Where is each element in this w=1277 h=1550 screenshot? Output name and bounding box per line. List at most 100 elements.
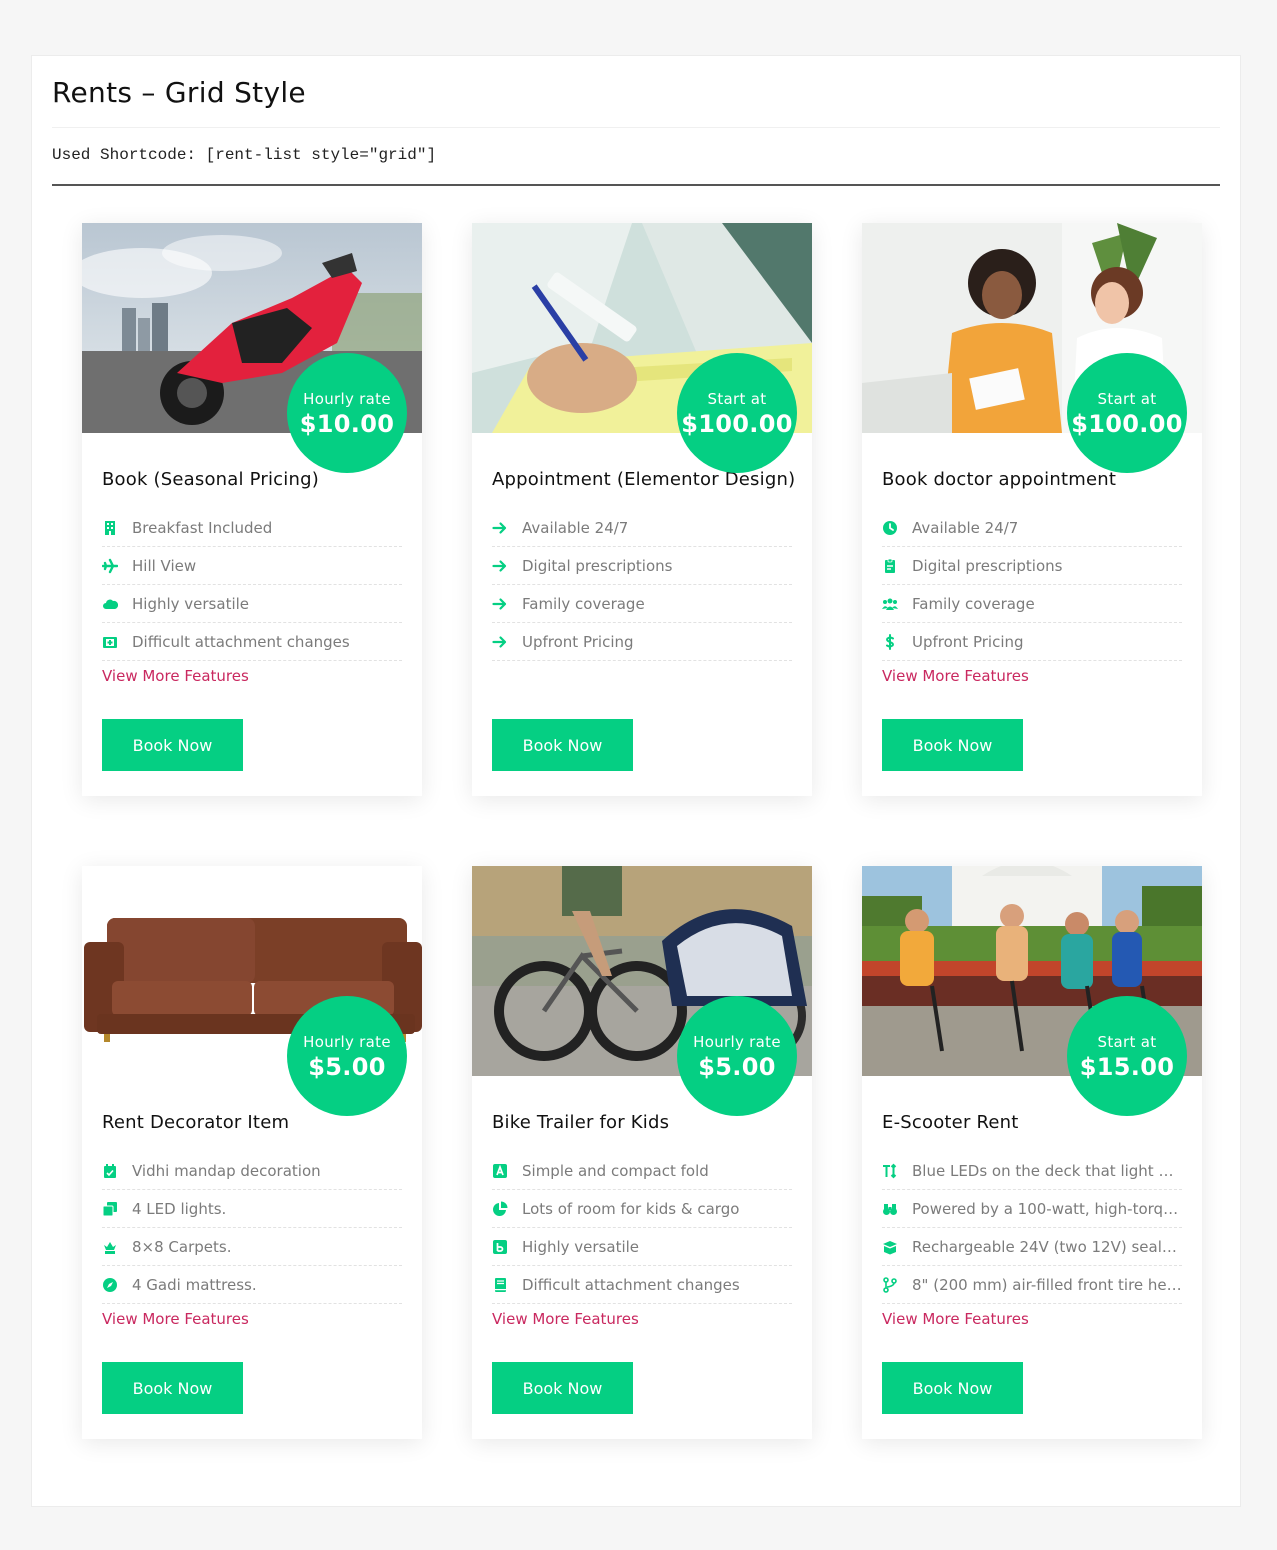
arrow-right-icon: [492, 520, 508, 536]
feature-item: Simple and compact fold: [492, 1153, 792, 1190]
feature-item: Family coverage: [492, 586, 792, 623]
view-more-features-link[interactable]: View More Features: [102, 667, 249, 685]
feature-item: Highly versatile: [492, 1229, 792, 1266]
feature-item: Difficult attachment changes: [492, 1267, 792, 1304]
feature-item: Upfront Pricing: [492, 624, 792, 661]
view-more-features-link[interactable]: View More Features: [492, 1310, 639, 1328]
rent-title[interactable]: Book doctor appointment: [882, 469, 1116, 490]
clock-icon: [882, 520, 898, 536]
price-label: Hourly rate: [303, 390, 391, 408]
calendar-check-icon: [102, 1163, 118, 1179]
rent-image-area: Hourly rate $5.00: [472, 866, 812, 1116]
price-value: $100.00: [681, 410, 793, 438]
clipboard-icon: [882, 558, 898, 574]
rent-image-area: Hourly rate $10.00: [82, 223, 422, 473]
chess-queen-icon: [102, 1239, 118, 1255]
feature-list: Blue LEDs on the deck that light up the …: [882, 1153, 1182, 1305]
feature-text: 8" (200 mm) air-filled front tire helps …: [912, 1276, 1182, 1294]
book-now-button[interactable]: Book Now: [492, 719, 633, 771]
rent-title[interactable]: Bike Trailer for Kids: [492, 1112, 669, 1133]
arrow-right-icon: [492, 634, 508, 650]
arrow-right-icon: [492, 596, 508, 612]
view-more-features-link[interactable]: View More Features: [882, 1310, 1029, 1328]
arrow-right-icon: [492, 558, 508, 574]
feature-item: Rechargeable 24V (two 12V) sealed batter…: [882, 1229, 1182, 1266]
feature-text: Difficult attachment changes: [132, 633, 350, 651]
feature-text: Digital prescriptions: [522, 557, 673, 575]
feature-text: Highly versatile: [132, 595, 250, 613]
price-value: $100.00: [1071, 410, 1183, 438]
feature-list: Available 24/7 Digital prescriptions Fam…: [882, 510, 1182, 662]
feature-item: 4 Gadi mattress.: [102, 1267, 402, 1304]
feature-text: Simple and compact fold: [522, 1162, 709, 1180]
rent-card: Start at $15.00 E-Scooter Rent Blue LEDs…: [862, 866, 1202, 1439]
feature-item: Powered by a 100-watt, high-torque motor: [882, 1191, 1182, 1228]
feature-item: 8" (200 mm) air-filled front tire helps …: [882, 1267, 1182, 1304]
price-badge: Start at $100.00: [1067, 353, 1187, 473]
rent-card: Start at $100.00 Appointment (Elementor …: [472, 223, 812, 796]
feature-text: 8×8 Carpets.: [132, 1238, 232, 1256]
price-value: $5.00: [698, 1053, 776, 1081]
letter-b-icon: [492, 1239, 508, 1255]
view-more-features-link[interactable]: View More Features: [102, 1310, 249, 1328]
feature-text: Hill View: [132, 557, 197, 575]
book-now-button[interactable]: Book Now: [882, 719, 1023, 771]
price-badge: Hourly rate $10.00: [287, 353, 407, 473]
rent-title[interactable]: Rent Decorator Item: [102, 1112, 289, 1133]
feature-text: Breakfast Included: [132, 519, 273, 537]
feature-item: Family coverage: [882, 586, 1182, 623]
feature-text: Rechargeable 24V (two 12V) sealed batter…: [912, 1238, 1182, 1256]
letter-a-icon: [492, 1163, 508, 1179]
price-badge: Start at $15.00: [1067, 996, 1187, 1116]
feature-text: Highly versatile: [522, 1238, 640, 1256]
feature-item: Digital prescriptions: [882, 548, 1182, 585]
code-branch-icon: [882, 1277, 898, 1293]
book-now-button[interactable]: Book Now: [102, 1362, 243, 1414]
building-icon: [102, 520, 118, 536]
feature-text: Family coverage: [522, 595, 645, 613]
feature-item: Available 24/7: [882, 510, 1182, 547]
price-value: $5.00: [308, 1053, 386, 1081]
feature-list: Breakfast Included Hill View Highly vers…: [102, 510, 402, 662]
rent-title[interactable]: Book (Seasonal Pricing): [102, 469, 319, 490]
feature-text: Upfront Pricing: [912, 633, 1024, 651]
view-more-features-link[interactable]: View More Features: [882, 667, 1029, 685]
feature-list: Simple and compact fold Lots of room for…: [492, 1153, 792, 1305]
rent-card: Start at $100.00 Book doctor appointment…: [862, 223, 1202, 796]
book-icon: [492, 1277, 508, 1293]
rent-card: Hourly rate $10.00 Book (Seasonal Pricin…: [82, 223, 422, 796]
price-label: Hourly rate: [693, 1033, 781, 1051]
price-value: $10.00: [299, 410, 395, 438]
price-label: Start at: [707, 390, 767, 408]
feature-item: Hill View: [102, 548, 402, 585]
feature-text: Family coverage: [912, 595, 1035, 613]
feature-item: Digital prescriptions: [492, 548, 792, 585]
feature-item: 4 LED lights.: [102, 1191, 402, 1228]
rent-title[interactable]: E-Scooter Rent: [882, 1112, 1019, 1133]
feature-list: Vidhi mandap decoration 4 LED lights. 8×…: [102, 1153, 402, 1305]
book-now-button[interactable]: Book Now: [492, 1362, 633, 1414]
feature-text: 4 LED lights.: [132, 1200, 227, 1218]
feature-item: 8×8 Carpets.: [102, 1229, 402, 1266]
feature-text: Upfront Pricing: [522, 633, 634, 651]
rent-title[interactable]: Appointment (Elementor Design): [492, 469, 795, 490]
feature-list: Available 24/7 Digital prescriptions Fam…: [492, 510, 792, 662]
feature-item: Blue LEDs on the deck that light up the …: [882, 1153, 1182, 1190]
plane-icon: [102, 558, 118, 574]
feature-text: Lots of room for kids & cargo: [522, 1200, 740, 1218]
book-now-button[interactable]: Book Now: [882, 1362, 1023, 1414]
users-icon: [882, 596, 898, 612]
price-label: Start at: [1097, 1033, 1157, 1051]
feature-item: Highly versatile: [102, 586, 402, 623]
pie-chart-icon: [492, 1201, 508, 1217]
feature-text: 4 Gadi mattress.: [132, 1276, 257, 1294]
price-badge: Hourly rate $5.00: [287, 996, 407, 1116]
text-height-icon: [882, 1163, 898, 1179]
feature-item: Difficult attachment changes: [102, 624, 402, 661]
book-now-button[interactable]: Book Now: [102, 719, 243, 771]
clone-icon: [102, 1201, 118, 1217]
feature-item: Breakfast Included: [102, 510, 402, 547]
rent-image-area: Start at $100.00: [862, 223, 1202, 473]
feature-text: Difficult attachment changes: [522, 1276, 740, 1294]
first-aid-icon: [102, 634, 118, 650]
